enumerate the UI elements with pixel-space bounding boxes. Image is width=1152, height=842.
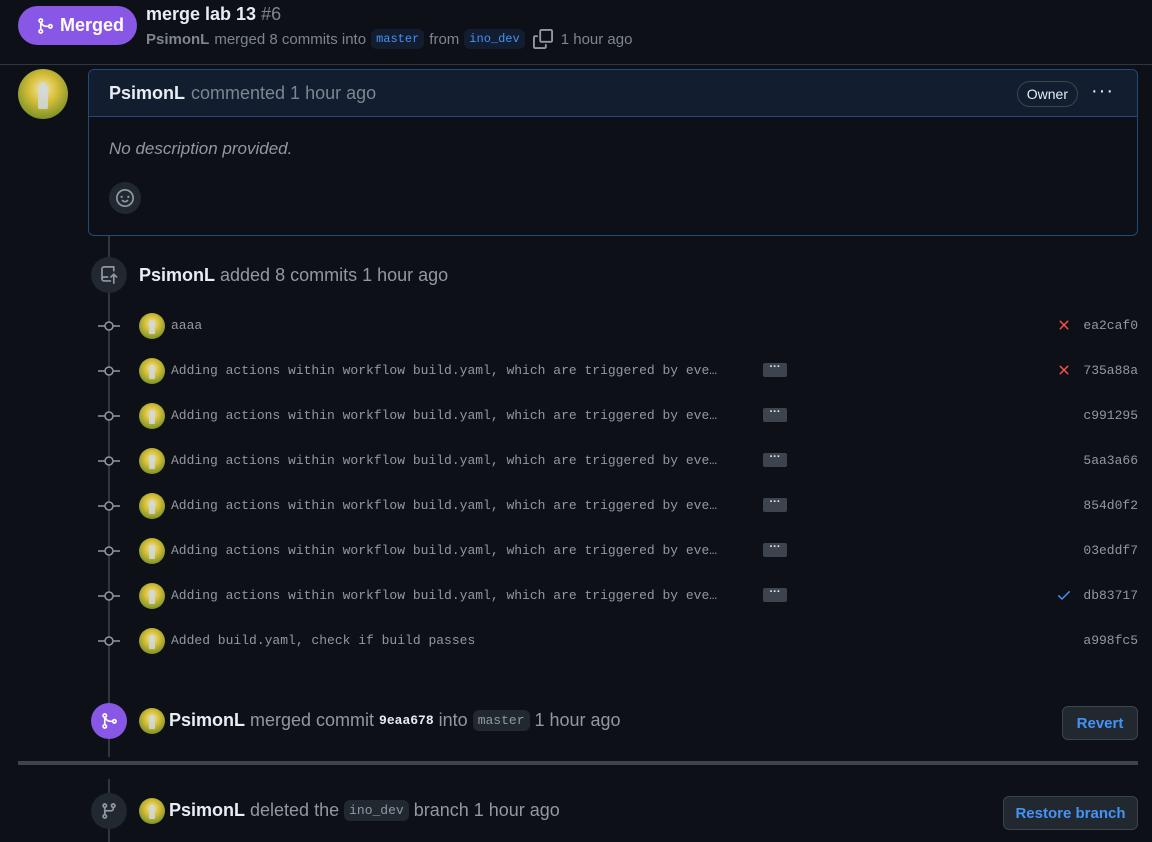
x-icon[interactable] bbox=[1056, 362, 1072, 378]
pr-meta: PsimonL merged 8 commits into master fro… bbox=[146, 29, 632, 49]
push-icon bbox=[91, 257, 127, 293]
merge-event: PsimonL merged commit 9eaa678 into maste… bbox=[169, 710, 621, 731]
avatar[interactable] bbox=[139, 448, 165, 474]
commit-row: Adding actions within workflow build.yam… bbox=[98, 356, 1138, 386]
expand-commit-message-button[interactable]: ··· bbox=[763, 587, 787, 602]
expand-commit-message-button[interactable]: ··· bbox=[763, 362, 787, 377]
commit-icon bbox=[98, 366, 120, 376]
avatar[interactable] bbox=[139, 538, 165, 564]
commit-icon bbox=[98, 591, 120, 601]
x-icon[interactable] bbox=[1056, 317, 1072, 333]
commit-sha-link[interactable]: 735a88a bbox=[1083, 363, 1138, 378]
delete-event-time-text: branch 1 hour ago bbox=[413, 800, 560, 820]
commit-message-link[interactable]: aaaa bbox=[171, 318, 202, 333]
commit-sha-link[interactable]: c991295 bbox=[1083, 408, 1138, 423]
expand-commit-message-button[interactable]: ··· bbox=[763, 452, 787, 467]
add-reaction-button[interactable] bbox=[109, 182, 141, 214]
restore-branch-button[interactable]: Restore branch bbox=[1003, 796, 1138, 830]
merge-event-time[interactable]: 1 hour ago bbox=[535, 710, 621, 731]
delete-event-author[interactable]: PsimonL bbox=[169, 800, 245, 821]
commit-message-link[interactable]: Adding actions within workflow build.yam… bbox=[171, 363, 717, 378]
avatar[interactable] bbox=[18, 69, 68, 119]
merge-into-text: into bbox=[438, 710, 468, 730]
commit-icon bbox=[98, 546, 120, 556]
commit-message-link[interactable]: Adding actions within workflow build.yam… bbox=[171, 498, 717, 513]
commit-row: Adding actions within workflow build.yam… bbox=[98, 401, 1138, 431]
commit-sha-link[interactable]: 854d0f2 bbox=[1083, 498, 1138, 513]
avatar[interactable] bbox=[139, 358, 165, 384]
commits-event: PsimonL added 8 commits 1 hour ago bbox=[139, 265, 448, 286]
comment-body: No description provided. bbox=[109, 139, 293, 158]
merge-icon bbox=[38, 17, 53, 34]
commit-row: Added build.yaml, check if build passes a… bbox=[98, 626, 1138, 656]
commit-message-link[interactable]: Adding actions within workflow build.yam… bbox=[171, 543, 717, 558]
commit-message-link[interactable]: Adding actions within workflow build.yam… bbox=[171, 588, 717, 603]
pr-header: Merged merge lab 13 #6 PsimonL merged 8 … bbox=[18, 0, 1152, 62]
avatar[interactable] bbox=[139, 403, 165, 429]
avatar[interactable] bbox=[139, 493, 165, 519]
commit-icon bbox=[98, 636, 120, 646]
revert-button[interactable]: Revert bbox=[1062, 706, 1138, 740]
branch-icon bbox=[91, 793, 127, 829]
deleted-branch-name: ino_dev bbox=[344, 800, 409, 821]
comment-menu-icon[interactable]: ··· bbox=[1091, 80, 1114, 103]
avatar[interactable] bbox=[139, 798, 165, 824]
check-icon[interactable] bbox=[1056, 587, 1072, 603]
avatar[interactable] bbox=[139, 628, 165, 654]
commit-sha-link[interactable]: 5aa3a66 bbox=[1083, 453, 1138, 468]
merge-event-icon bbox=[91, 703, 127, 739]
merge-event-text: merged commit bbox=[250, 710, 375, 730]
avatar[interactable] bbox=[139, 583, 165, 609]
merge-event-author[interactable]: PsimonL bbox=[169, 710, 245, 731]
header-divider bbox=[0, 64, 1152, 65]
comment-action-text[interactable]: commented 1 hour ago bbox=[191, 83, 376, 104]
commit-icon bbox=[98, 501, 120, 511]
commits-event-author[interactable]: PsimonL bbox=[139, 265, 215, 286]
smiley-icon bbox=[116, 189, 134, 207]
commit-message-link[interactable]: Adding actions within workflow build.yam… bbox=[171, 408, 717, 423]
commit-sha-link[interactable]: db83717 bbox=[1083, 588, 1138, 603]
expand-commit-message-button[interactable]: ··· bbox=[763, 542, 787, 557]
owner-badge: Owner bbox=[1016, 81, 1078, 107]
delete-event-text: deleted the bbox=[250, 800, 340, 820]
commits-event-text: added 8 commits 1 hour ago bbox=[220, 265, 449, 285]
timeline-divider bbox=[18, 761, 1138, 765]
status-label: Merged bbox=[60, 15, 125, 35]
merge-time[interactable]: 1 hour ago bbox=[561, 31, 633, 48]
commit-sha-link[interactable]: 03eddf7 bbox=[1083, 543, 1138, 558]
pr-title-text: merge lab 13 bbox=[146, 4, 257, 24]
head-branch-link[interactable]: ino_dev bbox=[464, 29, 525, 49]
commit-sha-link[interactable]: ea2caf0 bbox=[1083, 318, 1138, 333]
from-text: from bbox=[429, 30, 460, 48]
avatar[interactable] bbox=[139, 313, 165, 339]
merge-commit-sha-link[interactable]: 9eaa678 bbox=[379, 713, 434, 728]
commit-icon bbox=[98, 411, 120, 421]
delete-branch-event: PsimonL deleted the ino_dev branch 1 hou… bbox=[169, 800, 560, 821]
merged-status-badge: Merged bbox=[18, 6, 137, 45]
commit-icon bbox=[98, 321, 120, 331]
base-branch-link[interactable]: master bbox=[371, 29, 425, 49]
expand-commit-message-button[interactable]: ··· bbox=[763, 407, 787, 422]
merge-target-branch[interactable]: master bbox=[472, 710, 530, 731]
expand-commit-message-button[interactable]: ··· bbox=[763, 497, 787, 512]
pr-description-comment: PsimonL commented 1 hour ago Owner ··· N… bbox=[88, 69, 1138, 236]
merge-icon bbox=[102, 713, 117, 729]
commit-row: aaaa ea2caf0 bbox=[98, 311, 1138, 341]
commit-row: Adding actions within workflow build.yam… bbox=[98, 536, 1138, 566]
commit-row: Adding actions within workflow build.yam… bbox=[98, 446, 1138, 476]
commit-icon bbox=[98, 456, 120, 466]
pr-number: #6 bbox=[261, 4, 282, 24]
commit-sha-link[interactable]: a998fc5 bbox=[1083, 633, 1138, 648]
comment-author-link[interactable]: PsimonL bbox=[109, 83, 185, 104]
pr-author-link[interactable]: PsimonL bbox=[146, 31, 209, 48]
commit-message-link[interactable]: Adding actions within workflow build.yam… bbox=[171, 453, 717, 468]
merged-text: merged 8 commits into bbox=[214, 30, 367, 48]
pr-title: merge lab 13 #6 bbox=[146, 4, 281, 25]
commit-row: Adding actions within workflow build.yam… bbox=[98, 581, 1138, 611]
copy-icon[interactable] bbox=[532, 29, 553, 49]
comment-header: PsimonL commented 1 hour ago Owner ··· bbox=[89, 70, 1137, 117]
commit-message-link[interactable]: Added build.yaml, check if build passes bbox=[171, 633, 475, 648]
commit-row: Adding actions within workflow build.yam… bbox=[98, 491, 1138, 521]
avatar[interactable] bbox=[139, 708, 165, 734]
